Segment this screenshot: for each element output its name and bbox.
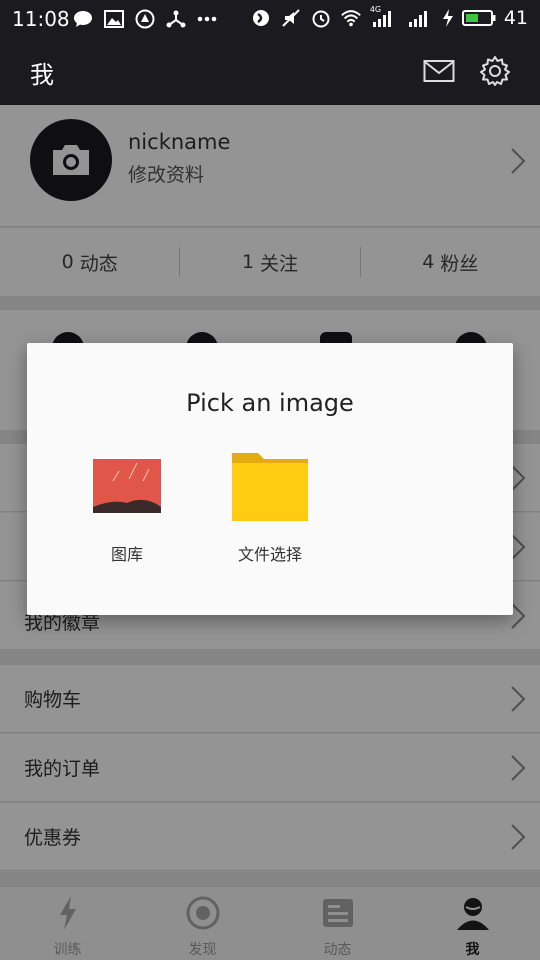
dialog-title: Pick an image	[186, 389, 354, 417]
gallery-icon	[103, 8, 125, 30]
page-title: 我	[30, 61, 54, 89]
signal-icon	[406, 7, 434, 29]
folder-icon	[230, 451, 310, 525]
settings-button[interactable]	[477, 53, 513, 89]
network-label: 4G	[369, 5, 382, 14]
message-icon	[72, 8, 94, 30]
option-label: 图库	[110, 545, 143, 564]
gallery-option[interactable]: 图库	[72, 451, 182, 564]
battery-level: 41	[503, 7, 528, 29]
share-icon	[165, 8, 187, 30]
title-bar: 我	[0, 38, 540, 105]
option-label: 文件选择	[237, 545, 302, 564]
app-icon	[134, 8, 156, 30]
do-not-disturb-icon	[250, 7, 272, 29]
status-bar: 11:08 4G 41	[0, 0, 540, 38]
image-picker-dialog: Pick an image 图库 文件选择	[27, 343, 513, 615]
file-picker-option[interactable]: 文件选择	[215, 451, 325, 564]
more-icon	[196, 8, 218, 30]
alarm-icon	[310, 7, 332, 29]
wifi-icon	[340, 7, 362, 29]
charging-icon	[442, 7, 454, 29]
gallery-icon	[89, 451, 165, 519]
status-time: 11:08	[12, 7, 70, 31]
gear-icon	[480, 56, 510, 86]
battery-icon	[461, 7, 496, 29]
signal-icon-4g: 4G	[369, 5, 398, 29]
mail-button[interactable]	[421, 53, 457, 89]
mute-icon	[280, 7, 302, 29]
mail-icon	[423, 60, 455, 82]
